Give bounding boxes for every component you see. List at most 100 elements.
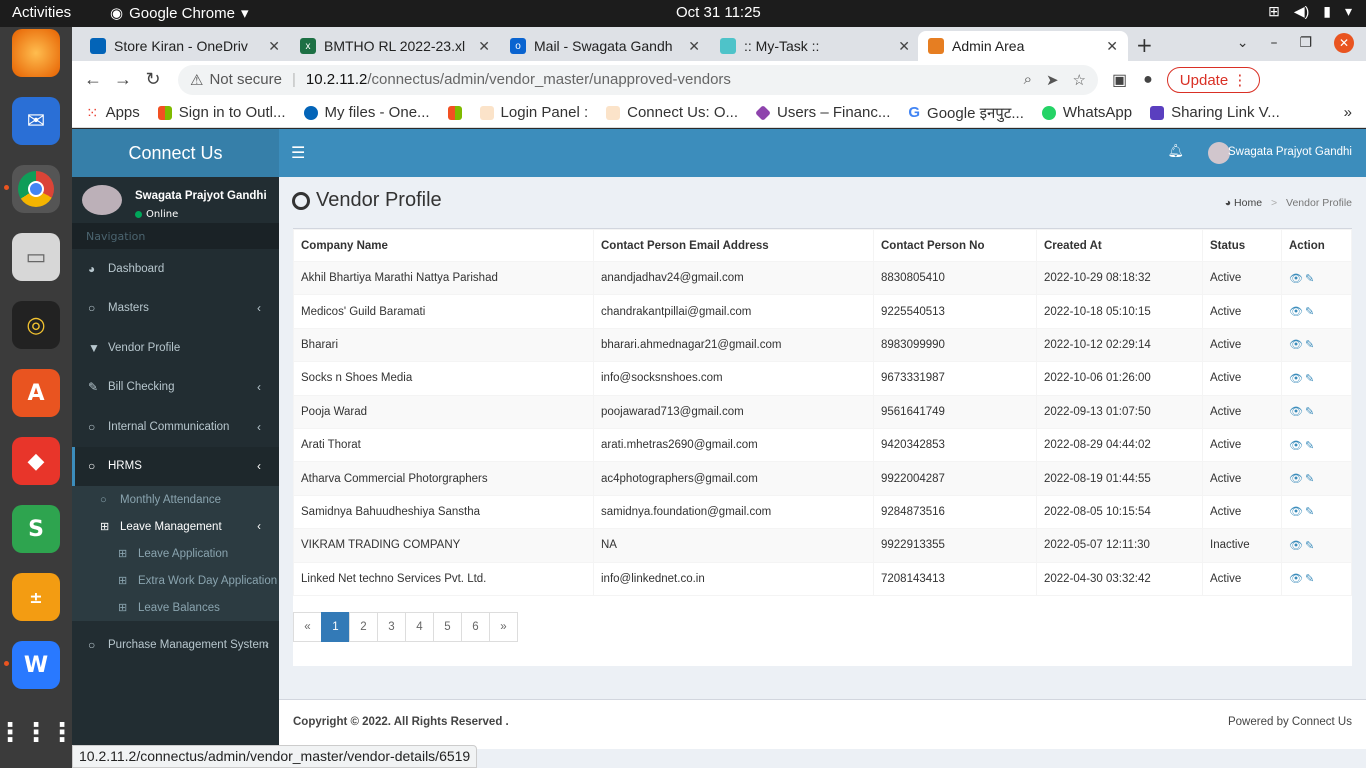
sidebar-item-leave-management[interactable]: ⊞ Leave Management ‹ <box>72 513 279 540</box>
close-icon[interactable]: ✕ <box>898 38 910 55</box>
bookmark-outlook[interactable]: Sign in to Outl... <box>157 104 286 121</box>
software-icon[interactable]: A <box>12 369 60 417</box>
eye-icon[interactable]: 👁︎ <box>1289 273 1305 285</box>
sidebar-item-monthly-attendance[interactable]: ○ Monthly Attendance <box>72 486 279 513</box>
more-bookmarks-icon[interactable]: » <box>1344 104 1352 121</box>
sidebar-item-internal-communication[interactable]: ○ Internal Communication ‹ <box>72 407 279 447</box>
back-button[interactable]: ← <box>78 69 108 90</box>
chrome-dock-icon[interactable] <box>12 165 60 213</box>
clock[interactable]: Oct 31 11:25 <box>676 4 761 21</box>
rhythmbox-icon[interactable]: ◎ <box>12 301 60 349</box>
bookmark-microsoft[interactable] <box>447 105 462 120</box>
minimize-button[interactable]: – <box>1270 35 1277 51</box>
tab-mail[interactable]: o Mail - Swagata Gandh ✕ <box>500 31 710 61</box>
bookmark-users-finance[interactable]: Users – Financ... <box>755 104 890 121</box>
tab-mytask[interactable]: :: My-Task :: ✕ <box>710 31 920 61</box>
pencil-icon[interactable]: ✎ <box>1305 406 1316 418</box>
pencil-icon[interactable]: ✎ <box>1305 540 1316 552</box>
reload-button[interactable]: ↻ <box>138 69 168 90</box>
thunderbird-icon[interactable]: ✉ <box>12 97 60 145</box>
sidebar-item-purchase-management[interactable]: ○ Purchase Management System ‹ <box>72 625 279 665</box>
pencil-icon[interactable]: ✎ <box>1305 440 1316 452</box>
bell-icon[interactable]: 🔔︎ <box>1167 144 1184 159</box>
column-header[interactable]: Company Name <box>293 229 594 262</box>
tab-search-icon[interactable]: ⌄ <box>1237 35 1249 51</box>
address-bar[interactable]: ⚠ Not secure | 10.2.11.2/connectus/admin… <box>178 64 1098 95</box>
app-menu[interactable]: ◉ Google Chrome ▾ <box>110 4 249 23</box>
page-button[interactable]: 2 <box>349 612 378 642</box>
anydesk-icon[interactable]: ◆ <box>12 437 60 485</box>
pencil-icon[interactable]: ✎ <box>1305 339 1316 351</box>
system-tray[interactable]: ⊞ ◀) ▮ ▾ <box>1268 3 1352 20</box>
sidebar-item-masters[interactable]: ○ Masters ‹ <box>72 289 279 329</box>
bookmark-sharing-link[interactable]: Sharing Link V... <box>1150 104 1280 121</box>
site-logo[interactable]: Connect Us <box>72 129 279 177</box>
eye-icon[interactable]: 👁︎ <box>1289 373 1305 385</box>
page-button[interactable]: « <box>293 612 322 642</box>
page-button[interactable]: » <box>489 612 518 642</box>
bookmark-apps[interactable]: ⁙ Apps <box>86 104 140 122</box>
eye-icon[interactable]: 👁︎ <box>1289 406 1305 418</box>
tab-onedrive[interactable]: Store Kiran - OneDriv ✕ <box>80 31 290 61</box>
eye-icon[interactable]: 👁︎ <box>1289 573 1305 585</box>
sidebar-item-leave-balances[interactable]: ⊞ Leave Balances <box>72 594 279 621</box>
sidebar-item-bill-checking[interactable]: ✎ Bill Checking ‹ <box>72 368 279 408</box>
close-icon[interactable]: ✕ <box>478 38 490 55</box>
breadcrumb-home[interactable]: Home <box>1234 197 1262 209</box>
bookmark-login-panel[interactable]: Login Panel : <box>479 104 588 121</box>
bookmark-star-icon[interactable]: ☆ <box>1073 71 1086 89</box>
page-button[interactable]: 3 <box>377 612 406 642</box>
spreadsheet-icon[interactable]: S <box>12 505 60 553</box>
tab-admin-area[interactable]: Admin Area ✕ <box>918 31 1128 61</box>
app-grid-icon[interactable]: ⋮⋮⋮ <box>0 709 75 757</box>
update-button[interactable]: Update ⋮ <box>1166 66 1261 93</box>
pencil-icon[interactable]: ✎ <box>1305 373 1316 385</box>
side-panel-icon[interactable]: ▣ <box>1112 70 1127 90</box>
column-header[interactable]: Created At <box>1036 229 1203 262</box>
wps-icon[interactable]: W <box>12 641 60 689</box>
window-close-button[interactable]: ✕ <box>1334 33 1354 53</box>
calculator-icon[interactable]: ± <box>12 573 60 621</box>
eye-icon[interactable]: 👁︎ <box>1289 540 1305 552</box>
column-header[interactable]: Contact Person Email Address <box>593 229 874 262</box>
close-icon[interactable]: ✕ <box>688 38 700 55</box>
hamburger-menu-icon[interactable]: ☰ <box>291 143 305 162</box>
forward-button[interactable]: → <box>108 69 138 90</box>
new-tab-button[interactable]: + <box>1136 33 1153 57</box>
maximize-button[interactable]: ❐ <box>1299 35 1312 51</box>
pencil-icon[interactable]: ✎ <box>1305 306 1316 318</box>
pencil-icon[interactable]: ✎ <box>1305 506 1316 518</box>
eye-icon[interactable]: 👁︎ <box>1289 306 1305 318</box>
column-header[interactable]: Status <box>1202 229 1282 262</box>
zoom-icon[interactable]: ⌕ <box>1024 71 1032 88</box>
page-button[interactable]: 6 <box>461 612 490 642</box>
header-avatar[interactable] <box>1208 142 1230 164</box>
column-header[interactable]: Contact Person No <box>873 229 1037 262</box>
activities-button[interactable]: Activities <box>12 4 71 21</box>
eye-icon[interactable]: 👁︎ <box>1289 506 1305 518</box>
page-button[interactable]: 1 <box>321 612 350 642</box>
sidebar-item-leave-application[interactable]: ⊞ Leave Application <box>72 540 279 567</box>
tab-excel[interactable]: x BMTHO RL 2022-23.xl ✕ <box>290 31 500 61</box>
header-user-name[interactable]: Swagata Prajyot Gandhi <box>1228 146 1352 158</box>
sidebar-item-hrms[interactable]: ○ HRMS ‹ <box>72 446 279 486</box>
bookmark-connect-us[interactable]: Connect Us: O... <box>606 104 738 121</box>
bookmark-whatsapp[interactable]: WhatsApp <box>1041 104 1132 121</box>
page-button[interactable]: 4 <box>405 612 434 642</box>
close-icon[interactable]: ✕ <box>268 38 280 55</box>
sidebar-item-vendor-profile[interactable]: ▼ Vendor Profile <box>72 328 279 368</box>
profile-icon[interactable]: ● <box>1143 71 1153 89</box>
files-icon[interactable]: ▭ <box>12 233 60 281</box>
pencil-icon[interactable]: ✎ <box>1305 273 1316 285</box>
eye-icon[interactable]: 👁︎ <box>1289 473 1305 485</box>
bookmark-google-input[interactable]: G Google इनपुट... <box>908 103 1023 123</box>
sidebar-item-extra-work-day[interactable]: ⊞ Extra Work Day Application <box>72 567 279 594</box>
page-button[interactable]: 5 <box>433 612 462 642</box>
eye-icon[interactable]: 👁︎ <box>1289 440 1305 452</box>
close-icon[interactable]: ✕ <box>1106 38 1118 55</box>
eye-icon[interactable]: 👁︎ <box>1289 339 1305 351</box>
pencil-icon[interactable]: ✎ <box>1305 473 1316 485</box>
send-icon[interactable]: ➤ <box>1046 71 1059 89</box>
bookmark-onedrive[interactable]: My files - One... <box>303 104 430 121</box>
pencil-icon[interactable]: ✎ <box>1305 573 1316 585</box>
